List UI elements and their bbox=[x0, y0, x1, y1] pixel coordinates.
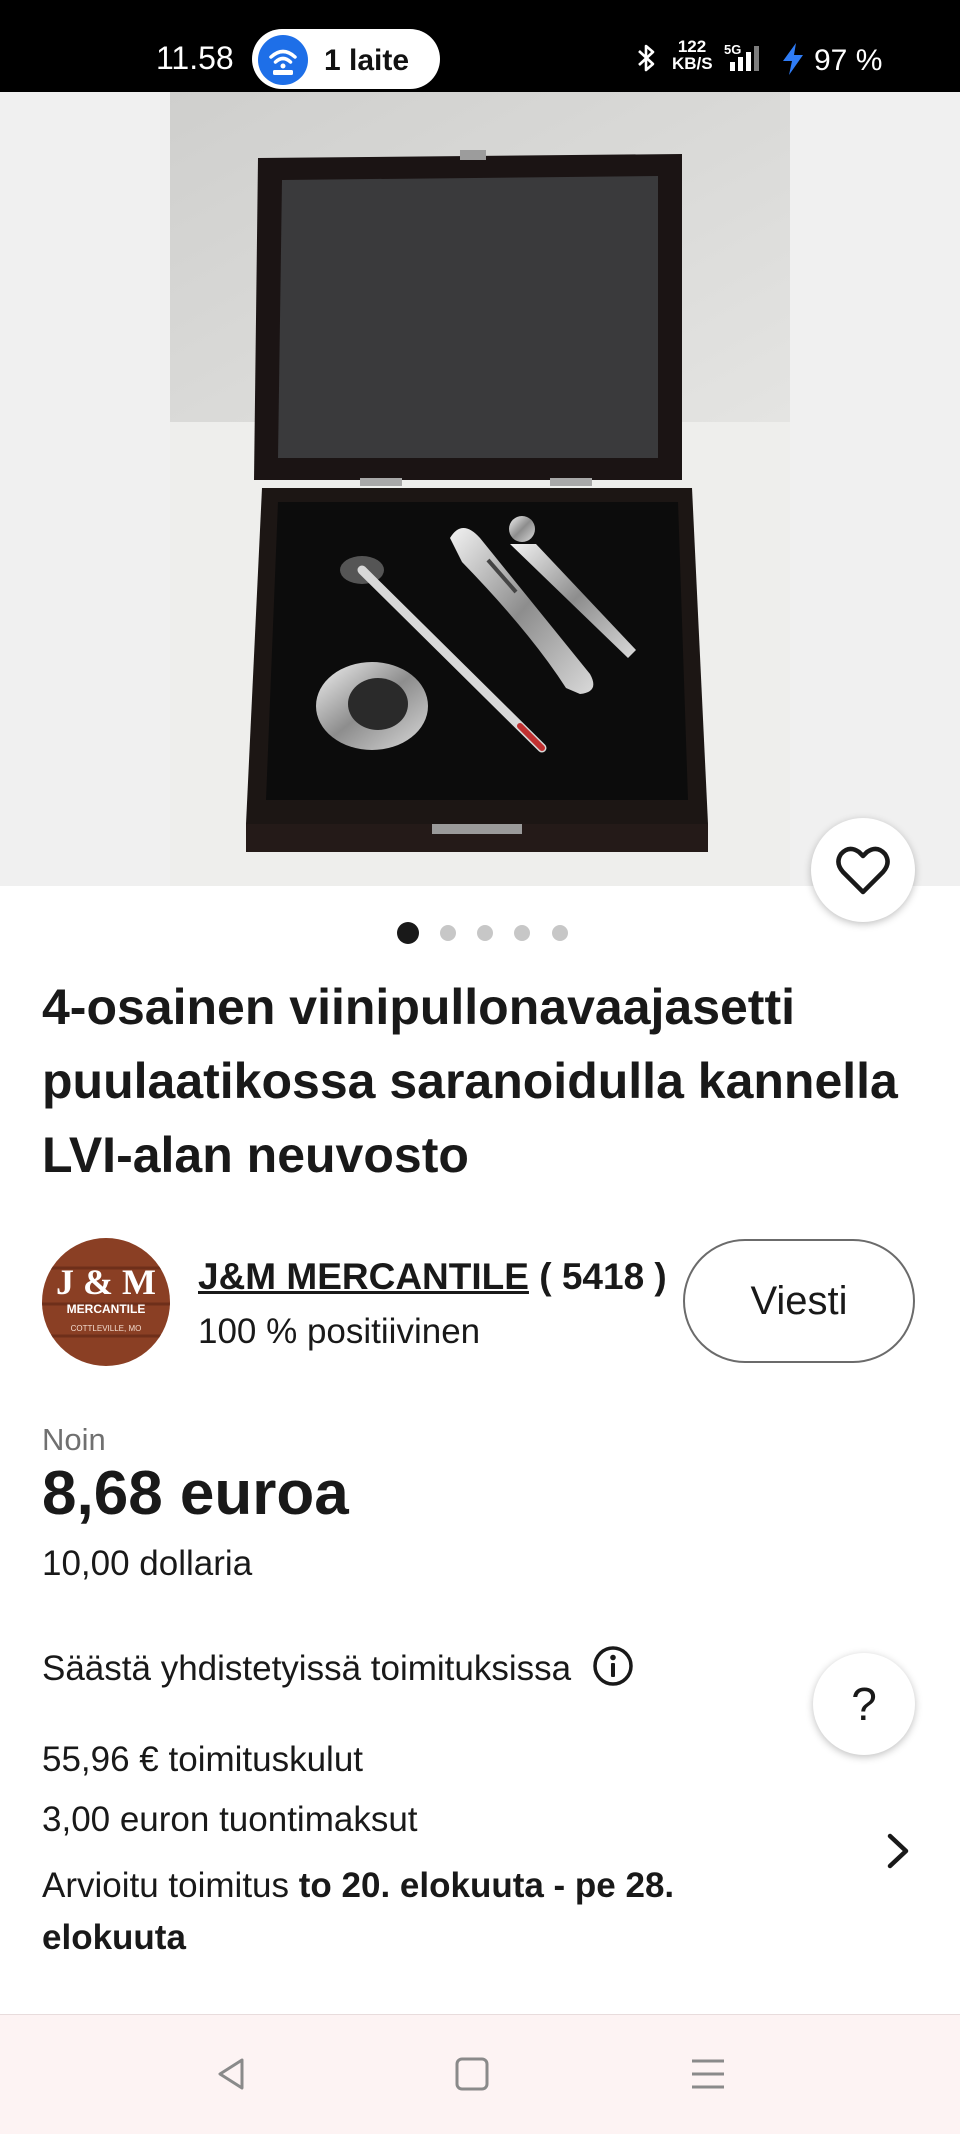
status-time: 11.58 bbox=[156, 40, 234, 76]
connection-pill-label: 1 laite bbox=[324, 44, 410, 77]
info-icon[interactable] bbox=[591, 1644, 635, 1697]
home-icon[interactable] bbox=[450, 2052, 494, 2101]
product-title: 4-osainen viinipullonavaajasetti puulaat… bbox=[42, 979, 898, 1183]
bolt-icon bbox=[780, 42, 806, 81]
logo-line-2: MERCANTILE bbox=[67, 1302, 146, 1316]
seller-rating-count: ( 5418 ) bbox=[539, 1256, 667, 1297]
seller-name-row[interactable]: J&M MERCANTILE ( 5418 ) bbox=[198, 1256, 667, 1298]
delivery-prefix: Arvioitu toimitus bbox=[42, 1866, 290, 1905]
carousel-dot-5[interactable] bbox=[552, 925, 568, 941]
price-approx-label: Noin bbox=[42, 1422, 106, 1457]
signal-icon: 5G bbox=[724, 42, 776, 79]
network-speed-value: 122 bbox=[677, 37, 707, 56]
bluetooth-icon bbox=[634, 42, 658, 82]
favorite-button[interactable] bbox=[811, 818, 915, 922]
seller-name-link[interactable]: J&M MERCANTILE bbox=[198, 1256, 529, 1297]
combined-shipping-label: Säästä yhdistetyissä toimituksissa bbox=[42, 1648, 572, 1688]
carousel-dot-4[interactable] bbox=[514, 925, 530, 941]
price-converted: 8,68 euroa bbox=[42, 1459, 349, 1528]
carousel-dot-1[interactable] bbox=[397, 922, 419, 944]
seller-avatar[interactable]: J & M MERCANTILE COTTLEVILLE, MO bbox=[42, 1238, 170, 1366]
estimated-delivery: Arvioitu toimitus to 20. elokuuta - pe 2… bbox=[42, 1860, 802, 1964]
message-seller-button[interactable]: Viesti bbox=[683, 1239, 915, 1363]
back-icon[interactable] bbox=[210, 2052, 254, 2101]
network-speed: 122 KB/S bbox=[672, 37, 713, 73]
price-original: 10,00 dollaria bbox=[42, 1544, 253, 1583]
combined-shipping-link[interactable]: Säästä yhdistetyissä toimituksissa bbox=[42, 1644, 635, 1697]
wifi-icon bbox=[258, 35, 308, 85]
menu-icon[interactable] bbox=[686, 2052, 730, 2101]
product-image[interactable] bbox=[170, 92, 790, 886]
battery-level: 97 % bbox=[814, 44, 883, 77]
import-fees: 3,00 euron tuontimaksut bbox=[42, 1800, 418, 1839]
logo-line-1: J & M bbox=[56, 1262, 156, 1302]
seller-feedback: 100 % positiivinen bbox=[198, 1312, 481, 1351]
shipping-cost: 55,96 € toimituskulut bbox=[42, 1740, 364, 1779]
chevron-right-icon[interactable] bbox=[878, 1826, 918, 1881]
heart-icon bbox=[836, 846, 890, 895]
network-speed-unit: KB/S bbox=[672, 54, 713, 73]
help-button[interactable]: ? bbox=[813, 1653, 915, 1755]
network-type: 5G bbox=[724, 42, 741, 57]
carousel-dot-3[interactable] bbox=[477, 925, 493, 941]
carousel-dot-2[interactable] bbox=[440, 925, 456, 941]
logo-line-3: COTTLEVILLE, MO bbox=[71, 1324, 142, 1333]
